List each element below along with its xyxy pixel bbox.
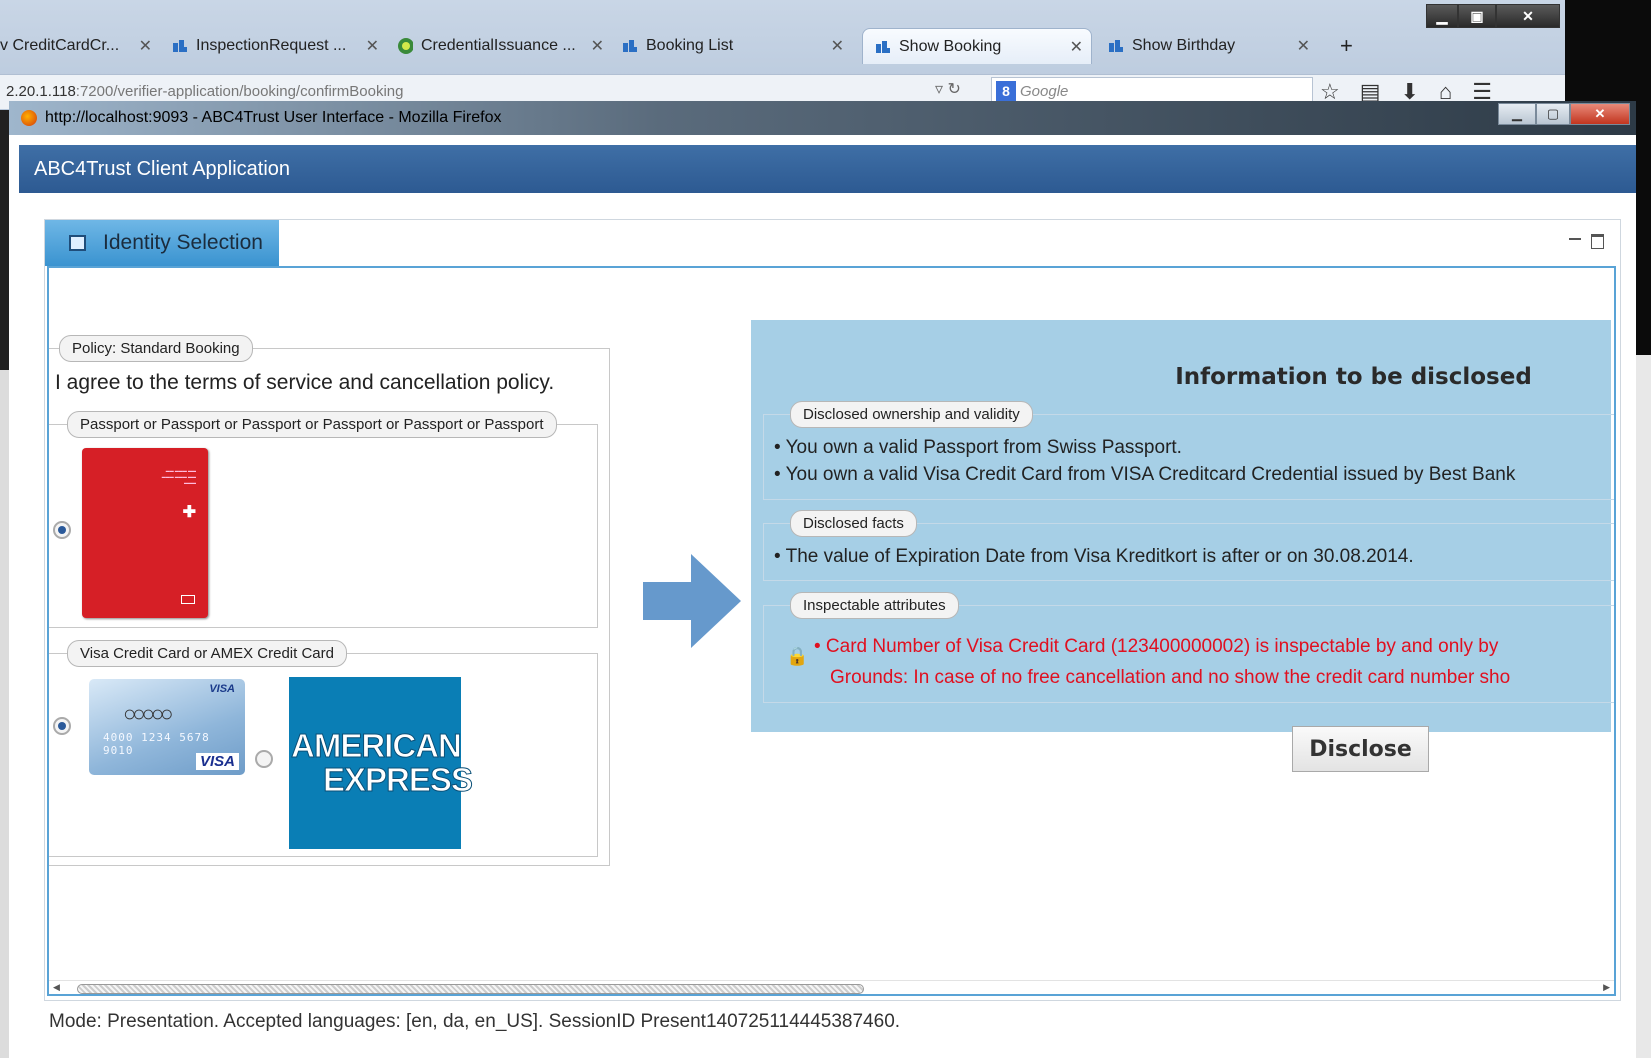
minimize-icon[interactable]: ▁ bbox=[1498, 103, 1536, 125]
panel-tab-label: Identity Selection bbox=[103, 231, 263, 254]
amex-card[interactable]: AMERICAN EXPRESS bbox=[289, 677, 474, 849]
credit-card-fieldset: Visa Credit Card or AMEX Credit Card VIS… bbox=[49, 640, 598, 857]
scrollbar-thumb[interactable] bbox=[77, 984, 864, 994]
firefox-window: http://localhost:9093 - ABC4Trust User I… bbox=[9, 101, 1636, 1058]
policy-legend: Policy: Standard Booking bbox=[59, 335, 253, 362]
app-header: ABC4Trust Client Application bbox=[19, 145, 1636, 193]
passport-group-legend: Passport or Passport or Passport or Pass… bbox=[67, 411, 557, 438]
tab-close-icon[interactable]: ✕ bbox=[139, 36, 152, 56]
tab-label: InspectionRequest ... bbox=[196, 37, 347, 54]
tab-close-icon[interactable]: ✕ bbox=[591, 36, 604, 56]
disclose-button[interactable]: Disclose bbox=[1292, 726, 1429, 772]
tab-label: Show Booking bbox=[899, 37, 1002, 55]
panel-body: Policy: Standard Booking I agree to the … bbox=[47, 266, 1616, 996]
window-controls: ▁ ▢ ✕ bbox=[1498, 103, 1630, 125]
swiss-passport-card[interactable]: ▬▬ ▬▬▬ ▬▬ ▬▬▬ ▬▬▬ ▬▬ ▬▬▬ ✚ bbox=[82, 448, 208, 618]
tab-close-icon[interactable]: ✕ bbox=[1070, 37, 1083, 57]
background-window-controls: ▁ ▣ ✕ bbox=[1426, 4, 1566, 28]
firefox-icon bbox=[21, 110, 37, 126]
arrow-right-icon bbox=[643, 554, 741, 648]
tab-booking-list[interactable]: Booking List ✕ bbox=[622, 28, 852, 64]
window-titlebar: http://localhost:9093 - ABC4Trust User I… bbox=[9, 101, 1636, 135]
policy-fieldset: Policy: Standard Booking I agree to the … bbox=[49, 335, 610, 866]
tab-show-birthday[interactable]: Show Birthday ✕ bbox=[1108, 28, 1318, 64]
info-heading: Information to be disclosed bbox=[1175, 364, 1532, 390]
scroll-left-icon[interactable]: ◀ bbox=[53, 982, 60, 993]
status-text: Mode: Presentation. Accepted languages: … bbox=[49, 1011, 901, 1032]
tab-identity-selection[interactable]: Identity Selection bbox=[45, 220, 279, 266]
window-icon bbox=[69, 235, 86, 251]
new-tab-button[interactable]: + bbox=[1340, 28, 1370, 64]
site-icon bbox=[1108, 38, 1124, 54]
maximize-icon[interactable]: ▢ bbox=[1536, 103, 1570, 125]
amex-line1: AMERICAN bbox=[291, 727, 463, 764]
app-title: ABC4Trust Client Application bbox=[34, 157, 291, 180]
tab-close-icon[interactable]: ✕ bbox=[831, 36, 844, 56]
olympic-rings-icon: ○○○○○ bbox=[123, 701, 173, 726]
site-icon bbox=[875, 39, 891, 55]
inspectable-fieldset: Inspectable attributes 🔒 • Card Number o… bbox=[763, 592, 1614, 703]
visa-logo: VISA bbox=[195, 753, 239, 770]
amex-line2: EXPRESS bbox=[323, 761, 474, 798]
search-placeholder: Google bbox=[1020, 82, 1069, 100]
ownership-item: • You own a valid Passport from Swiss Pa… bbox=[774, 437, 1182, 458]
url-path: :7200/verifier-application/booking/confi… bbox=[75, 83, 404, 100]
tab-credential-issuance[interactable]: CredentialIssuance ... ✕ bbox=[397, 28, 612, 64]
credit-card-group-legend: Visa Credit Card or AMEX Credit Card bbox=[67, 640, 347, 667]
facts-item: • The value of Expiration Date from Visa… bbox=[774, 546, 1414, 567]
tab-close-icon[interactable]: ✕ bbox=[366, 36, 379, 56]
google-icon: 8 bbox=[996, 81, 1016, 101]
url-text[interactable]: 2.20.1.118:7200/verifier-application/boo… bbox=[6, 83, 403, 100]
facts-fieldset: Disclosed facts • The value of Expiratio… bbox=[763, 510, 1614, 581]
background-window-edge-left bbox=[0, 370, 9, 1058]
inspectable-item: • Card Number of Visa Credit Card (12340… bbox=[814, 636, 1499, 657]
reload-icon[interactable]: ▿ ↻ bbox=[935, 79, 961, 99]
site-icon bbox=[172, 38, 188, 54]
scroll-right-icon[interactable]: ▶ bbox=[1603, 982, 1610, 993]
biometric-chip-icon bbox=[181, 595, 195, 604]
maximize-icon[interactable] bbox=[1591, 234, 1604, 249]
identity-selection-panel: Identity Selection Policy: Standard Book… bbox=[44, 219, 1621, 1001]
passport-fieldset: Passport or Passport or Passport or Pass… bbox=[49, 411, 598, 628]
minimize-icon[interactable] bbox=[1569, 238, 1581, 240]
close-icon[interactable]: ✕ bbox=[1570, 103, 1630, 125]
background-browser-window: ▁ ▣ ✕ v CreditCardCr... ✕ InspectionRequ… bbox=[0, 0, 1565, 110]
idemix-icon bbox=[397, 38, 413, 54]
visa-radio[interactable] bbox=[53, 717, 71, 735]
url-host: 2.20.1.118 bbox=[6, 83, 76, 100]
tab-close-icon[interactable]: ✕ bbox=[1297, 36, 1310, 56]
passport-radio[interactable] bbox=[53, 521, 71, 539]
tab-bar: v CreditCardCr... ✕ InspectionRequest ..… bbox=[0, 24, 1565, 64]
inspectable-legend: Inspectable attributes bbox=[790, 592, 959, 619]
swiss-cross-icon: ✚ bbox=[182, 504, 196, 521]
tab-label: v CreditCardCr... bbox=[0, 37, 120, 54]
agree-text: I agree to the terms of service and canc… bbox=[55, 371, 555, 394]
passport-text-icon: ▬▬ ▬▬▬ ▬▬ ▬▬▬ ▬▬▬ ▬▬ ▬▬▬ bbox=[161, 468, 196, 485]
ownership-fieldset: Disclosed ownership and validity • You o… bbox=[763, 401, 1614, 500]
tab-label: Booking List bbox=[646, 37, 734, 54]
tab-label: CredentialIssuance ... bbox=[421, 37, 576, 54]
site-icon bbox=[622, 38, 638, 54]
panel-controls bbox=[1569, 234, 1604, 249]
window-title: http://localhost:9093 - ABC4Trust User I… bbox=[45, 109, 502, 126]
tab-creditcard[interactable]: v CreditCardCr... ✕ bbox=[0, 28, 160, 64]
tab-show-booking[interactable]: Show Booking ✕ bbox=[862, 28, 1092, 64]
tab-label: Show Birthday bbox=[1132, 37, 1236, 54]
visa-card[interactable]: VISA ○○○○○ 4000 1234 5678 9010 VISA bbox=[89, 679, 245, 775]
horizontal-scrollbar[interactable]: ◀ ▶ bbox=[49, 980, 1614, 994]
ownership-item: • You own a valid Visa Credit Card from … bbox=[774, 464, 1516, 485]
facts-legend: Disclosed facts bbox=[790, 510, 917, 537]
ownership-legend: Disclosed ownership and validity bbox=[790, 401, 1033, 428]
amex-radio[interactable] bbox=[255, 750, 273, 768]
tab-inspection-request[interactable]: InspectionRequest ... ✕ bbox=[172, 28, 387, 64]
lock-icon: 🔒 bbox=[786, 646, 809, 666]
visa-top-logo: VISA bbox=[209, 683, 235, 695]
disclosure-info-box: Information to be disclosed Disclosed ow… bbox=[751, 320, 1614, 732]
inspectable-grounds: Grounds: In case of no free cancellation… bbox=[830, 667, 1511, 688]
